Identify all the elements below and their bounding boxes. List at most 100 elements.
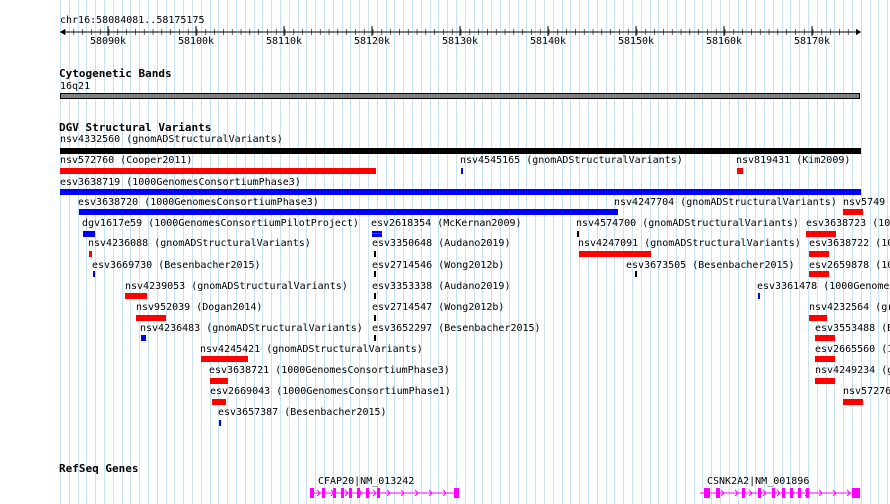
variant-label[interactable]: esv3657387 (Besenbacher2015) <box>218 407 387 418</box>
grid-line <box>553 0 554 504</box>
ruler[interactable]: 58090k 58100k 58110k 58120k 58130k 58140k 5815… <box>0 26 890 56</box>
variant-bar[interactable] <box>79 209 615 215</box>
grid-line <box>474 0 475 504</box>
ruler-tick-label: 58170k <box>794 36 830 47</box>
variant-label[interactable]: esv3553488 (B <box>815 323 890 334</box>
variant-bar[interactable] <box>60 189 861 195</box>
variant-bar[interactable] <box>809 251 829 257</box>
variant-label[interactable]: esv3350648 (Audano2019) <box>372 238 510 249</box>
variant-label[interactable]: nsv4249234 (g <box>815 365 890 376</box>
ruler-tick-label: 58110k <box>266 36 302 47</box>
variant-label[interactable]: dgv1617e59 (1000GenomesConsortiumPilotPr… <box>82 218 359 229</box>
variant-bar[interactable] <box>60 168 376 174</box>
grid-line <box>447 0 448 504</box>
variant-label[interactable]: nsv5749 <box>843 197 885 208</box>
variant-bar[interactable] <box>737 168 743 174</box>
ruler-tick-label: 58100k <box>178 36 214 47</box>
grid-line <box>834 0 835 504</box>
variant-bar[interactable] <box>809 271 829 277</box>
variant-label[interactable]: esv2669043 (1000GenomesConsortiumPhase1) <box>210 386 451 397</box>
variant-label[interactable]: nsv4247704 (gnomADStructuralVariants) <box>614 197 837 208</box>
variant-bar[interactable] <box>93 271 95 277</box>
variant-label[interactable]: nsv4332560 (gnomADStructuralVariants) <box>60 134 283 145</box>
grid-line <box>438 0 439 504</box>
cytoband-track-title[interactable]: Cytogenetic Bands <box>59 67 172 80</box>
variant-label[interactable]: esv3669730 (Besenbacher2015) <box>92 260 261 271</box>
variant-bar[interactable] <box>372 231 382 237</box>
variant-label[interactable]: nsv4236483 (gnomADStructuralVariants) <box>140 323 363 334</box>
variant-bar[interactable] <box>843 209 863 215</box>
variant-bar[interactable] <box>83 231 95 237</box>
variant-label[interactable]: esv3638720 (1000GenomesConsortiumPhase3) <box>78 197 319 208</box>
variant-bar[interactable] <box>815 335 835 341</box>
dgv-track-title[interactable]: DGV Structural Variants <box>59 121 211 134</box>
variant-bar[interactable] <box>141 335 146 341</box>
variant-bar[interactable] <box>374 271 376 277</box>
variant-label[interactable]: nsv57276 <box>843 386 890 397</box>
variant-bar[interactable] <box>577 231 579 237</box>
variant-bar[interactable] <box>615 209 618 215</box>
cytoband-bar[interactable] <box>60 93 860 99</box>
grid-line <box>430 0 431 504</box>
variant-bar[interactable] <box>374 251 376 257</box>
variant-bar[interactable] <box>461 168 463 174</box>
variant-bar[interactable] <box>374 293 376 299</box>
genome-browser-view[interactable]: chr16:58084081..58175175 58090k 58100k 581… <box>0 0 890 504</box>
variant-label[interactable]: esv2714547 (Wong2012b) <box>372 302 504 313</box>
variant-bar[interactable] <box>219 420 221 426</box>
grid-line <box>790 0 791 504</box>
variant-bar[interactable] <box>212 399 226 405</box>
variant-label[interactable]: nsv4232564 (gr <box>809 302 890 313</box>
variant-bar[interactable] <box>374 335 376 341</box>
variant-label[interactable]: esv3638721 (1000GenomesConsortiumPhase3) <box>209 365 450 376</box>
variant-label[interactable]: nsv4574700 (gnomADStructuralVariants) <box>576 218 799 229</box>
variant-bar[interactable] <box>60 148 861 154</box>
variant-bar[interactable] <box>579 251 651 257</box>
variant-bar[interactable] <box>635 271 637 277</box>
variant-label[interactable]: nsv4247091 (gnomADStructuralVariants) <box>578 238 801 249</box>
grid-line <box>887 0 888 504</box>
variant-bar[interactable] <box>815 356 835 362</box>
variant-bar[interactable] <box>758 293 760 299</box>
grid-line <box>658 0 659 504</box>
variant-bar[interactable] <box>815 378 835 384</box>
variant-bar[interactable] <box>374 315 376 321</box>
refseq-track-title[interactable]: RefSeq Genes <box>59 462 138 475</box>
variant-label[interactable]: esv3361478 (1000Genome <box>757 281 889 292</box>
variant-bar[interactable] <box>201 356 248 362</box>
variant-label[interactable]: nsv4245421 (gnomADStructuralVariants) <box>200 344 423 355</box>
variant-bar[interactable] <box>125 293 147 299</box>
variant-label[interactable]: esv3652297 (Besenbacher2015) <box>372 323 541 334</box>
variant-label[interactable]: nsv952039 (Dogan2014) <box>136 302 262 313</box>
variant-label[interactable]: esv3638722 (100 <box>809 238 890 249</box>
variant-label[interactable]: esv2665560 (1 <box>815 344 890 355</box>
variant-label[interactable]: esv2618354 (McKernan2009) <box>371 218 522 229</box>
gene-model[interactable] <box>0 486 890 504</box>
ruler-tick-label: 58090k <box>90 36 126 47</box>
variant-bar[interactable] <box>809 315 827 321</box>
variant-bar[interactable] <box>89 251 92 257</box>
grid-line <box>694 0 695 504</box>
variant-label[interactable]: esv3638723 (1000Genomes <box>806 218 890 229</box>
grid-line <box>350 0 351 504</box>
gene-exon <box>772 488 775 498</box>
variant-label[interactable]: esv3353338 (Audano2019) <box>372 281 510 292</box>
variant-bar[interactable] <box>136 315 166 321</box>
variant-label[interactable]: esv2714546 (Wong2012b) <box>372 260 504 271</box>
variant-label[interactable]: nsv4545165 (gnomADStructuralVariants) <box>460 155 683 166</box>
grid-line <box>333 0 334 504</box>
variant-label[interactable]: nsv819431 (Kim2009) <box>736 155 850 166</box>
variant-label[interactable]: esv3673505 (Besenbacher2015) <box>626 260 795 271</box>
grid-line <box>544 0 545 504</box>
variant-bar[interactable] <box>210 378 228 384</box>
variant-label[interactable]: esv3638719 (1000GenomesConsortiumPhase3) <box>60 177 301 188</box>
variant-label[interactable]: nsv572760 (Cooper2011) <box>60 155 192 166</box>
variant-label[interactable]: esv2659878 (100 <box>809 260 890 271</box>
grid-line <box>342 0 343 504</box>
ruler-tick-label: 58130k <box>442 36 478 47</box>
variant-bar[interactable] <box>843 399 863 405</box>
variant-label[interactable]: nsv4239053 (gnomADStructuralVariants) <box>125 281 348 292</box>
grid-line <box>271 0 272 504</box>
variant-bar[interactable] <box>806 231 836 237</box>
variant-label[interactable]: nsv4236088 (gnomADStructuralVariants) <box>88 238 311 249</box>
